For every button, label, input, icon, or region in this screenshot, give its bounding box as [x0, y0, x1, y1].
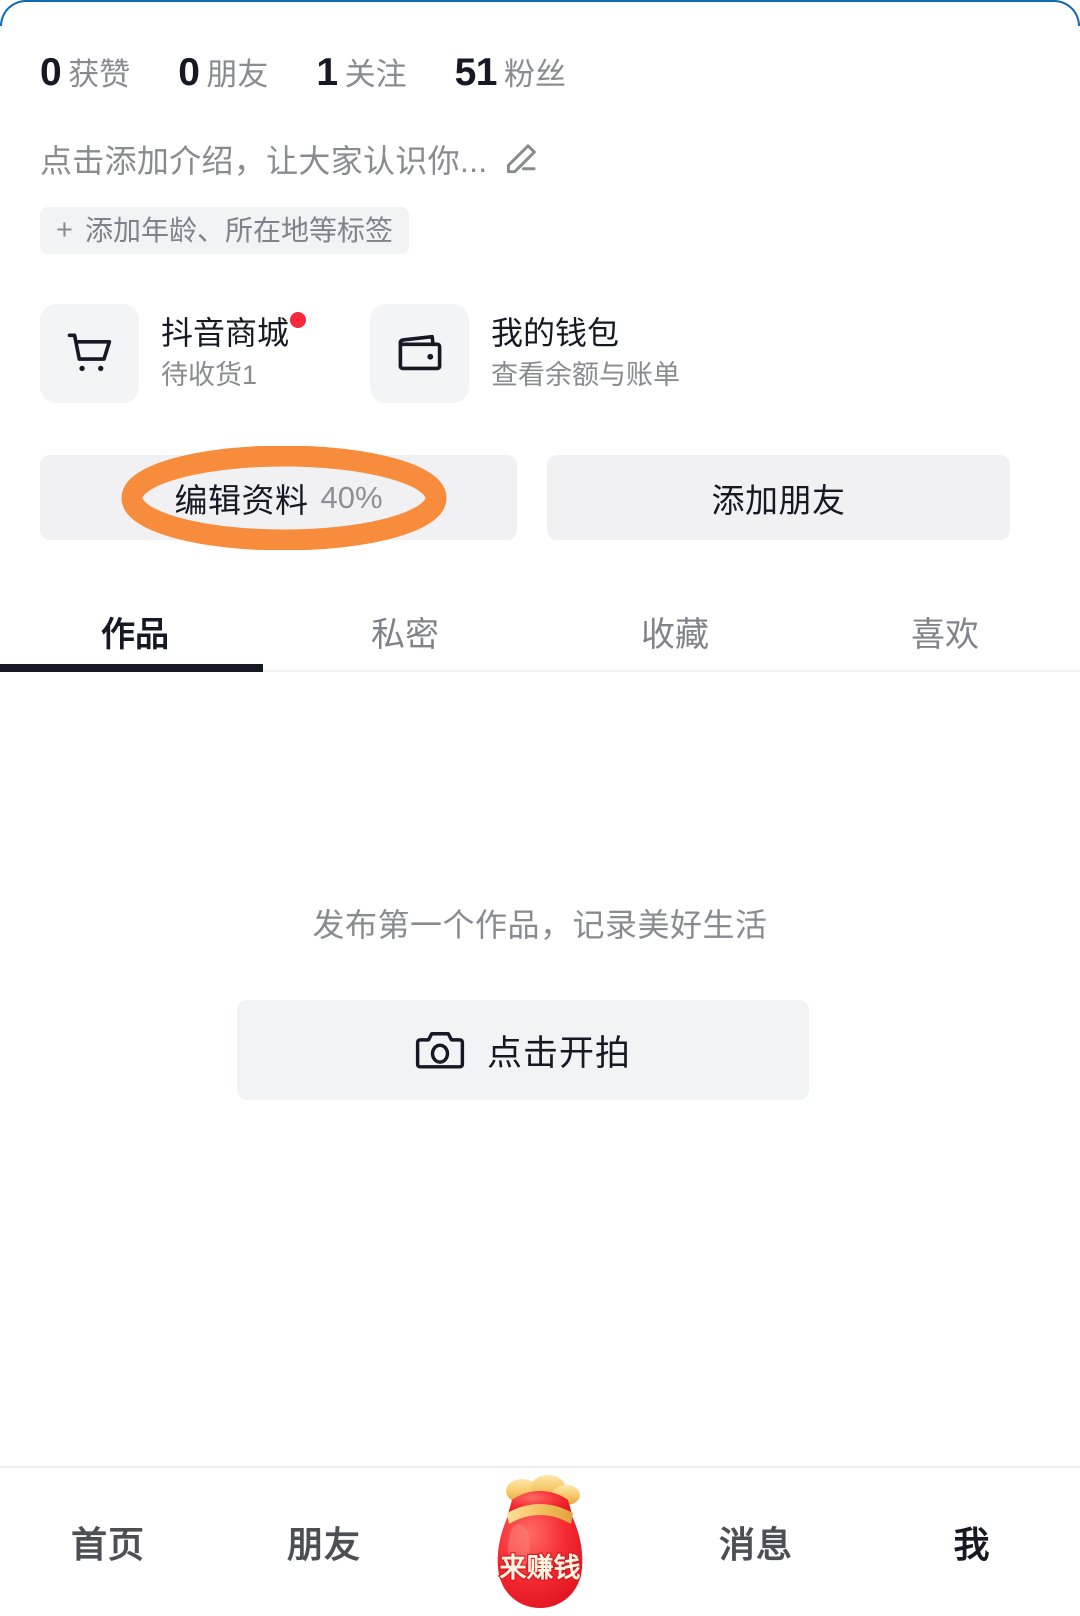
mall-subtitle: 待收货1: [161, 359, 258, 390]
shopping-cart-icon: [67, 333, 111, 372]
tabs-bottom-hairline: [263, 670, 1080, 672]
stat-friends-count: 0: [178, 50, 200, 94]
mall-title: 抖音商城: [161, 314, 290, 351]
stat-likes-count: 0: [40, 50, 62, 94]
add-tags-chip[interactable]: + 添加年龄、所在地等标签: [40, 207, 409, 254]
wallet-title: 我的钱包: [491, 314, 620, 351]
stat-followers-count: 51: [454, 50, 498, 94]
stat-following-count: 1: [316, 50, 338, 94]
camera-icon: [415, 1032, 465, 1069]
tab-likes[interactable]: 喜欢: [810, 590, 1080, 672]
add-friend-label: 添加朋友: [711, 481, 846, 519]
tab-favorites[interactable]: 收藏: [540, 590, 810, 672]
bottom-nav: 首页 朋友 来赚钱 消息 我: [0, 1468, 1080, 1616]
edit-profile-label: 编辑资料: [174, 481, 309, 519]
edit-profile-percent: 40%: [320, 479, 383, 515]
tab-private-label: 私密: [371, 615, 439, 654]
tab-active-indicator: [0, 664, 263, 672]
start-shooting-label: 点击开拍: [486, 1033, 631, 1073]
mall-text: 抖音商城 待收货1: [161, 311, 307, 393]
entry-cards-row: 抖音商城 待收货1 我的钱包 查看余额与账单: [0, 303, 1080, 403]
stat-followers[interactable]: 51 粉丝: [455, 53, 566, 92]
wallet-text: 我的钱包 查看余额与账单: [491, 314, 680, 393]
edit-profile-button[interactable]: 编辑资料 40%: [40, 455, 517, 540]
stat-following-label: 关注: [344, 56, 407, 92]
bio-row[interactable]: 点击添加介绍，让大家认识你...: [40, 140, 541, 182]
nav-item-messages[interactable]: 消息: [648, 1468, 864, 1616]
screenshot-frame-inner: [2, 2, 1078, 42]
profile-stats-row: 0 获赞 0 朋友 1 关注 51 粉丝: [0, 38, 1080, 106]
nav-item-me[interactable]: 我: [864, 1468, 1080, 1616]
plus-icon: +: [56, 214, 73, 246]
tab-likes-label: 喜欢: [911, 615, 979, 654]
add-tags-label: 添加年龄、所在地等标签: [84, 214, 393, 246]
stat-friends[interactable]: 0 朋友: [178, 53, 268, 92]
profile-tabs: 作品 私密 收藏 喜欢: [0, 590, 1080, 672]
nav-item-earn-money[interactable]: 来赚钱 来赚钱: [432, 1468, 648, 1616]
notification-badge-dot: [290, 311, 307, 328]
wallet-title-wrap: 我的钱包: [491, 314, 619, 353]
stat-followers-label: 粉丝: [504, 56, 566, 92]
nav-friends-label: 朋友: [286, 1524, 361, 1565]
nav-home-label: 首页: [70, 1524, 145, 1565]
profile-screen: 0 获赞 0 朋友 1 关注 51 粉丝 点击添加介绍，让大家认识你... + …: [0, 0, 1080, 1616]
empty-state-title: 发布第一个作品，记录美好生活: [312, 907, 768, 943]
pencil-icon[interactable]: [499, 140, 541, 182]
nav-me-label: 我: [953, 1524, 991, 1565]
tab-private[interactable]: 私密: [270, 590, 540, 672]
add-friend-button[interactable]: 添加朋友: [547, 455, 1010, 540]
stat-following[interactable]: 1 关注: [316, 53, 406, 92]
stat-likes-label: 获赞: [68, 56, 131, 92]
stat-friends-label: 朋友: [206, 56, 269, 92]
wallet-icon: [398, 334, 441, 371]
tab-favorites-label: 收藏: [641, 615, 709, 654]
stat-likes[interactable]: 0 获赞: [40, 53, 130, 92]
money-bag-label: 来赚钱: [500, 1553, 581, 1583]
tab-works[interactable]: 作品: [0, 590, 270, 672]
entry-card-mall[interactable]: 抖音商城 待收货1: [40, 303, 307, 403]
tab-works-label: 作品: [101, 615, 169, 654]
bio-placeholder-text: 点击添加介绍，让大家认识你...: [40, 142, 488, 179]
action-buttons-row: 编辑资料 40% 添加朋友: [0, 455, 1080, 540]
mall-title-wrap: 抖音商城: [161, 311, 307, 353]
entry-card-wallet[interactable]: 我的钱包 查看余额与账单: [370, 303, 680, 403]
nav-item-home[interactable]: 首页: [0, 1468, 216, 1616]
wallet-subtitle: 查看余额与账单: [491, 359, 681, 390]
wallet-icon-box: [370, 303, 470, 403]
money-bag-icon: 来赚钱: [497, 1475, 583, 1608]
nav-messages-label: 消息: [718, 1524, 793, 1565]
start-shooting-button[interactable]: 点击开拍: [237, 1000, 809, 1100]
screenshot-frame-border: [0, 0, 1080, 42]
nav-item-friends[interactable]: 朋友: [216, 1468, 432, 1616]
mall-icon-box: [40, 303, 139, 403]
